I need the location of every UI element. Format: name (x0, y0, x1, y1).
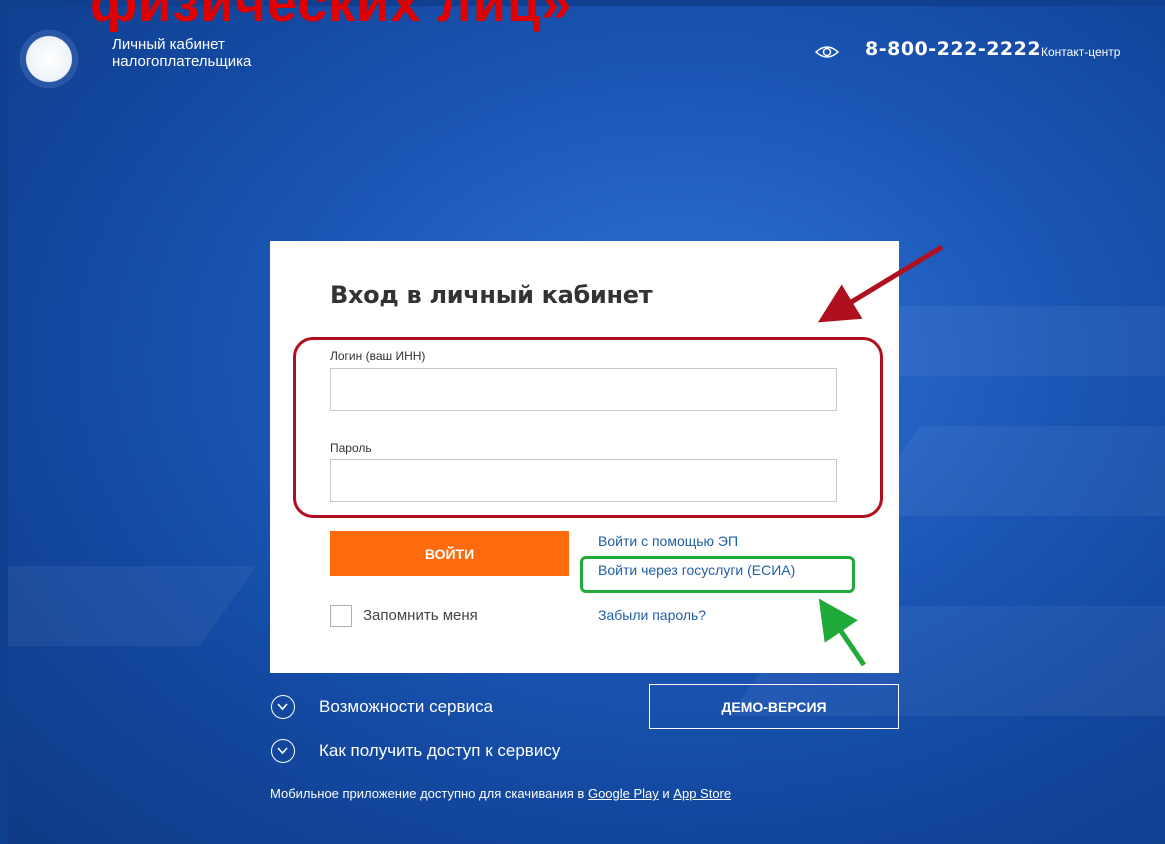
site-title-line2: налогоплательщика (112, 53, 252, 70)
google-play-link[interactable]: Google Play (588, 786, 659, 801)
chevron-down-icon[interactable] (271, 695, 295, 719)
site-title-line1: Личный кабинет (112, 36, 225, 53)
phone-number: 8-800-222-2222 (865, 38, 1042, 60)
and-word: и (662, 786, 670, 801)
clipped-heading: физических лиц» (90, 0, 573, 33)
site-title[interactable]: Личный кабинет налогоплательщика (112, 36, 251, 70)
remember-me-label: Запомнить меня (363, 607, 478, 624)
background-stripe (856, 426, 1165, 516)
eye-icon[interactable] (815, 44, 839, 60)
app-store-link[interactable]: App Store (673, 786, 731, 801)
mobile-app-text: Мобильное приложение доступно для скачив… (270, 786, 585, 801)
remember-me-checkbox[interactable] (330, 605, 352, 627)
mobile-app-note: Мобильное приложение доступно для скачив… (270, 786, 731, 801)
demo-version-button[interactable]: ДЕМО-ВЕРСИЯ (649, 684, 899, 729)
access-info-link[interactable]: Как получить доступ к сервису (319, 741, 560, 761)
contact-center-link[interactable]: Контакт-центр (1041, 45, 1120, 59)
background-stripe (8, 566, 257, 646)
esia-link-highlight (580, 556, 855, 593)
chevron-down-icon[interactable] (271, 739, 295, 763)
fns-emblem-logo[interactable] (20, 30, 78, 88)
features-link[interactable]: Возможности сервиса (319, 697, 493, 717)
card-title: Вход в личный кабинет (330, 281, 653, 309)
login-button[interactable]: ВОЙТИ (330, 531, 569, 576)
forgot-password-link[interactable]: Забыли пароль? (598, 607, 706, 623)
login-fields-highlight (293, 337, 883, 518)
ep-login-link[interactable]: Войти с помощью ЭП (598, 533, 738, 549)
